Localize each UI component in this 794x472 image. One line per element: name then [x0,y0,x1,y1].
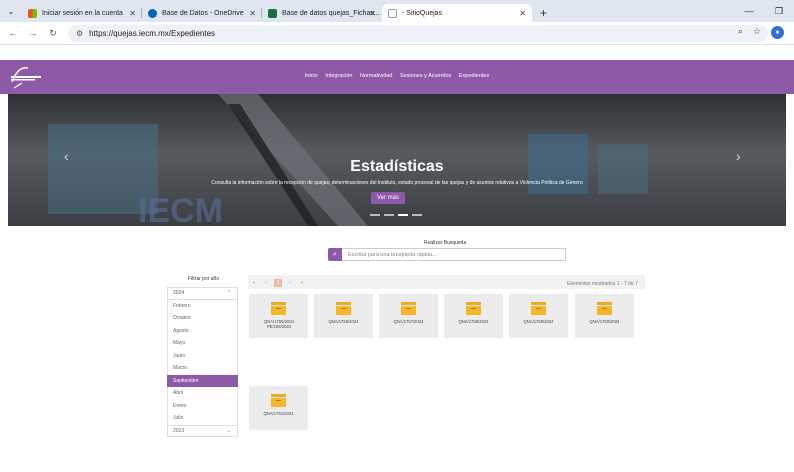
onedrive-icon [148,8,157,18]
excel-icon [268,8,277,18]
folder-icon [597,302,612,315]
site-header: Inicio Integración Normatividad Sesiones… [0,60,794,94]
browser-tab[interactable]: Iniciar sesión en la cuenta ✕ [22,4,142,22]
expediente-name: QNA/1755/2024 PE/193/2024 [263,319,295,329]
svg-text:IECM: IECM [138,192,223,226]
search-label: Realizar Busqueda [424,240,467,246]
expediente-name: QNA/1757/2024 [393,319,424,324]
browser-tab[interactable]: Base de datos quejas_Fichas... ✕ [262,4,382,22]
expediente-card[interactable]: QNA/1755/2024 PE/193/2024 [249,294,308,338]
folder-icon [401,302,416,315]
month-item[interactable]: Junio [167,349,238,362]
year-filter-list: 2024 ⌃ Febrero Octubre Agosto Mayo Junio… [167,287,238,437]
prev-page-icon[interactable]: ‹ [262,279,270,287]
hero-description: Consulta la información sobre la recepci… [211,180,583,186]
nav-link-integracion[interactable]: Integración [325,73,352,79]
forward-icon[interactable]: → [26,28,40,38]
tab-search-icon[interactable]: ⌄ [0,0,22,22]
carousel-indicator[interactable] [384,214,394,216]
first-page-icon[interactable]: « [250,279,258,287]
expediente-card[interactable]: QNA/1760/2024 [575,294,634,338]
window-controls: — ❐ [734,0,794,22]
minimize-icon[interactable]: — [734,0,764,22]
restore-icon[interactable]: ❐ [764,0,794,22]
expediente-card[interactable]: QNA/1759/2024 [509,294,568,338]
ver-mas-button[interactable]: Ver más [371,192,405,204]
month-item[interactable]: Agosto [167,324,238,337]
expediente-name: QNA/1761/2024 [263,411,294,416]
tab-label: Base de Datos - OneDrive [162,9,244,17]
folder-icon [531,302,546,315]
address-bar-row: ← → ↻ ⚙ https://quejas.iecm.mx/Expedient… [0,22,794,45]
month-item-selected[interactable]: Septiembre [167,374,238,387]
expediente-card[interactable]: QNA/1756/2024 [314,294,373,338]
microsoft-icon [28,8,37,18]
folder-icon [336,302,351,315]
carousel-indicator[interactable] [370,214,380,216]
chevron-down-icon: ⌄ [226,427,231,434]
tab-label: - SitioQuejas [402,9,443,17]
expediente-name: QNA/1756/2024 [328,319,359,324]
tab-label: Base de datos quejas_Fichas... [282,9,380,17]
search-input[interactable]: Escriba para una busqueda rápida... [342,248,566,261]
close-icon[interactable]: ✕ [129,9,136,18]
profile-avatar[interactable]: ● [771,26,784,39]
hero-title: Estadísticas [350,158,444,175]
close-icon[interactable]: ✕ [519,9,526,18]
year-2024-toggle[interactable]: 2024 ⌃ [167,287,238,300]
folder-icon [271,394,286,407]
bookmark-star-icon[interactable]: ☆ [753,26,761,39]
new-tab-button[interactable]: + [532,4,555,22]
nav-link-normatividad[interactable]: Normatividad [360,73,392,79]
site-nav: Inicio Integración Normatividad Sesiones… [0,73,794,79]
search-icon[interactable]: ⌕ [328,248,342,261]
hero-carousel: IECM ‹ › Estadísticas Consulta la inform… [8,94,786,226]
carousel-indicator[interactable] [398,214,408,216]
reload-icon[interactable]: ↻ [46,28,60,39]
month-item[interactable]: Julio [167,412,238,425]
last-page-icon[interactable]: » [298,279,306,287]
expediente-card[interactable]: QNA/1761/2024 [249,386,308,430]
zoom-icon[interactable]: ⌕ [738,26,743,39]
carousel-indicators [370,214,422,216]
folder-icon [271,302,286,315]
pagination: « ‹ 1 › » [250,279,306,287]
month-item[interactable]: Enero [167,399,238,412]
expediente-name: QNA/1758/2024 [458,319,489,324]
search-box: ⌕ Escriba para una busqueda rápida... [328,248,566,261]
close-icon[interactable]: ✕ [249,9,256,18]
tab-label: Iniciar sesión en la cuenta [42,9,123,17]
site-settings-icon[interactable]: ⚙ [76,29,83,38]
browser-tab-active[interactable]: - SitioQuejas ✕ [382,4,532,22]
expediente-card[interactable]: QNA/1757/2024 [379,294,438,338]
browser-tabbar: ⌄ Iniciar sesión en la cuenta ✕ Base de … [0,0,794,22]
month-item[interactable]: Abril [167,387,238,400]
carousel-indicator[interactable] [412,214,422,216]
year-label: 2024 [173,290,185,297]
filter-title: Filtrar por año [188,276,220,282]
current-page[interactable]: 1 [274,279,282,287]
next-page-icon[interactable]: › [286,279,294,287]
close-icon[interactable]: ✕ [369,9,376,18]
folder-icon [466,302,481,315]
month-item[interactable]: Octubre [167,312,238,325]
year-2023-toggle[interactable]: 2023 ⌄ [167,424,238,437]
year-label: 2023 [173,427,185,434]
month-item[interactable]: Marzo [167,362,238,375]
page-icon [388,8,397,18]
url-bar[interactable]: ⚙ https://quejas.iecm.mx/Expedientes [68,24,768,42]
nav-link-sesiones[interactable]: Sesiones y Acuerdos [400,73,451,79]
expediente-name: QNA/1759/2024 [523,319,554,324]
month-item[interactable]: Mayo [167,337,238,350]
expediente-card[interactable]: QNA/1758/2024 [444,294,503,338]
nav-link-inicio[interactable]: Inicio [305,73,318,79]
pager-info: Elementos mostrados 1 - 7 de 7 [567,281,638,287]
month-item[interactable]: Febrero [167,299,238,312]
chevron-up-icon: ⌃ [226,290,231,297]
expediente-name: QNA/1760/2024 [589,319,620,324]
nav-link-expedientes[interactable]: Expedientes [459,73,489,79]
url-text: https://quejas.iecm.mx/Expedientes [89,28,216,38]
back-icon[interactable]: ← [6,28,20,38]
browser-tab[interactable]: Base de Datos - OneDrive ✕ [142,4,262,22]
